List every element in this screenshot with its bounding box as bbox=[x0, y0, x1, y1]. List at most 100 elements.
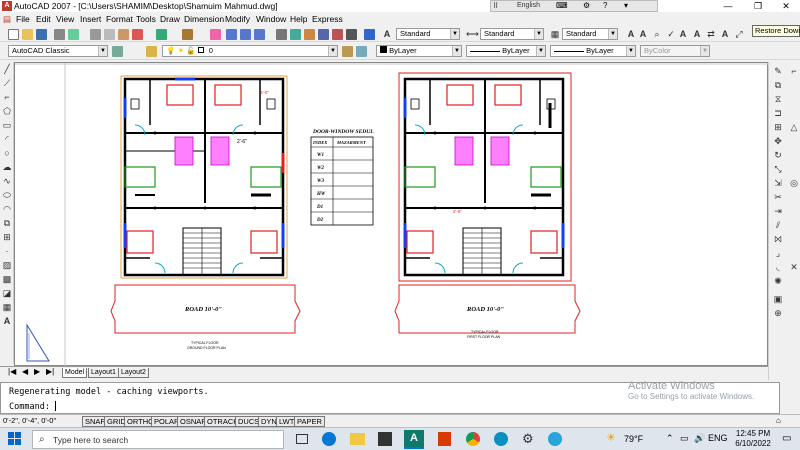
weather-icon[interactable]: ☀ bbox=[606, 431, 616, 444]
comm-center-icon[interactable]: ⌂ bbox=[776, 416, 781, 425]
spline-icon[interactable]: ∿ bbox=[2, 176, 12, 186]
gradient-icon[interactable]: ▩ bbox=[2, 274, 12, 284]
polygon-icon[interactable]: ⬠ bbox=[2, 106, 12, 116]
ime-settings-icon[interactable]: ⚙ bbox=[583, 1, 590, 10]
osnap-midpoint-icon[interactable]: △ bbox=[789, 122, 799, 132]
lineweight-select[interactable]: ByLayer ▼ bbox=[550, 45, 636, 57]
tab-next-icon[interactable]: ▶ bbox=[34, 367, 40, 376]
circle-icon[interactable]: ○ bbox=[2, 148, 12, 158]
extend-icon[interactable]: ⇥ bbox=[773, 206, 783, 216]
convert-text-icon[interactable]: ⇄ bbox=[706, 29, 716, 39]
chrome-icon[interactable] bbox=[466, 432, 480, 446]
save-icon[interactable] bbox=[36, 29, 47, 40]
menu-dimension[interactable]: Dimension bbox=[184, 14, 224, 24]
tab-model[interactable]: Model bbox=[62, 368, 88, 378]
make-block-icon[interactable]: ⊞ bbox=[2, 232, 12, 242]
xline-icon[interactable]: ⟋ bbox=[2, 78, 12, 88]
rectangle-icon[interactable]: ▭ bbox=[2, 120, 12, 130]
find-text-icon[interactable]: ⌕ bbox=[652, 29, 662, 39]
coordinates-readout[interactable]: 0'-2", 0'-4", 0'-0" bbox=[3, 416, 56, 425]
chamfer-icon[interactable]: ⌟ bbox=[773, 248, 783, 258]
ime-help-icon[interactable]: ? bbox=[603, 1, 607, 10]
store-icon[interactable] bbox=[378, 432, 392, 446]
layer-select[interactable]: 💡 ☀ 🔓 0 ▼ bbox=[162, 45, 338, 57]
text-icon[interactable]: A bbox=[638, 29, 648, 39]
insert-block-icon[interactable]: ⧉ bbox=[2, 218, 12, 228]
region-icon[interactable]: ◪ bbox=[2, 288, 12, 298]
ellipse-icon[interactable]: ⬭ bbox=[2, 190, 12, 200]
break-icon[interactable]: ⫽ bbox=[773, 220, 783, 230]
calculator-icon[interactable] bbox=[346, 29, 357, 40]
menu-help[interactable]: Help bbox=[290, 14, 307, 24]
spell-icon[interactable]: ✓ bbox=[666, 29, 676, 39]
menu-window[interactable]: Window bbox=[256, 14, 286, 24]
table-icon[interactable]: ▦ bbox=[2, 302, 12, 312]
hatch-icon[interactable]: ▨ bbox=[2, 260, 12, 270]
media-icon[interactable] bbox=[494, 432, 508, 446]
menu-format[interactable]: Format bbox=[106, 14, 133, 24]
move-icon[interactable]: ✥ bbox=[773, 136, 783, 146]
copy-icon[interactable] bbox=[104, 29, 115, 40]
polyline-icon[interactable]: ⌐ bbox=[2, 92, 12, 102]
trim-icon[interactable]: ✂ bbox=[773, 192, 783, 202]
command-input[interactable] bbox=[55, 401, 56, 411]
osnap-center-icon[interactable]: ◎ bbox=[789, 178, 799, 188]
text-style-icon[interactable]: A bbox=[382, 29, 392, 39]
open-icon[interactable] bbox=[22, 29, 33, 40]
color-select[interactable]: ByLayer ▼ bbox=[376, 45, 462, 57]
minimize-button[interactable]: — bbox=[714, 0, 742, 12]
new-icon[interactable] bbox=[8, 29, 19, 40]
revcloud-icon[interactable]: ☁ bbox=[2, 162, 12, 172]
tab-layout1[interactable]: Layout1 bbox=[88, 368, 119, 378]
explode-icon[interactable]: ✺ bbox=[773, 276, 783, 286]
menu-view[interactable]: View bbox=[56, 14, 74, 24]
offset-icon[interactable]: ⊐ bbox=[773, 108, 783, 118]
file-explorer-icon[interactable] bbox=[350, 433, 365, 445]
ime-handle-icon[interactable]: ⠿ bbox=[493, 2, 498, 10]
dolphin-icon[interactable] bbox=[548, 432, 562, 446]
workspace-select[interactable]: AutoCAD Classic ▼ bbox=[8, 45, 108, 57]
tab-first-icon[interactable]: |◀ bbox=[8, 367, 16, 376]
menu-edit[interactable]: Edit bbox=[36, 14, 51, 24]
express-text-icon[interactable]: A bbox=[720, 29, 730, 39]
join-icon[interactable]: ⨝ bbox=[773, 234, 783, 244]
layer-previous-icon[interactable] bbox=[356, 46, 367, 57]
cut-icon[interactable] bbox=[90, 29, 101, 40]
weather-temp[interactable]: 79°F bbox=[624, 434, 643, 444]
tab-layout2[interactable]: Layout2 bbox=[118, 368, 149, 378]
table-style-icon[interactable]: ▦ bbox=[550, 29, 560, 39]
paste-icon[interactable] bbox=[118, 29, 129, 40]
fillet-icon[interactable]: ◟ bbox=[773, 262, 783, 272]
ime-language-label[interactable]: English bbox=[517, 2, 540, 9]
zoom-realtime-icon[interactable] bbox=[226, 29, 237, 40]
autocad-task-icon[interactable]: A bbox=[404, 430, 424, 449]
redo-icon[interactable] bbox=[182, 29, 193, 40]
menu-tools[interactable]: Tools bbox=[136, 14, 156, 24]
stretch-icon[interactable]: ⇲ bbox=[773, 178, 783, 188]
zoom-previous-icon[interactable] bbox=[254, 29, 265, 40]
clock[interactable]: 12:45 PM 6/10/2022 bbox=[730, 429, 776, 449]
zoom-window-icon[interactable] bbox=[240, 29, 251, 40]
mtext-icon[interactable]: A bbox=[626, 29, 636, 39]
properties-icon[interactable] bbox=[276, 29, 287, 40]
plot-icon[interactable] bbox=[54, 29, 65, 40]
sheetset-icon[interactable] bbox=[318, 29, 329, 40]
task-view-icon[interactable] bbox=[296, 434, 308, 444]
settings-icon[interactable]: ⚙ bbox=[522, 431, 534, 447]
autocad-app-icon[interactable]: A bbox=[2, 1, 12, 11]
draworder-icon[interactable]: ▣ bbox=[773, 294, 783, 304]
linetype-select[interactable]: ByLayer ▼ bbox=[466, 45, 546, 57]
text-style-select[interactable]: Standard ▼ bbox=[396, 28, 460, 40]
tray-chevron-icon[interactable]: ⌃ bbox=[666, 433, 674, 444]
pan-icon[interactable] bbox=[210, 29, 221, 40]
array-icon[interactable]: ⊞ bbox=[773, 122, 783, 132]
dim-style-icon[interactable]: ⟷ bbox=[466, 29, 479, 39]
osnap-endpoint-icon[interactable]: ⌐ bbox=[789, 66, 799, 76]
match-icon[interactable] bbox=[132, 29, 143, 40]
zoom-extents-icon[interactable]: ⊕ bbox=[773, 308, 783, 318]
taskbar-search[interactable]: ⌕ Type here to search bbox=[32, 430, 284, 449]
menu-draw[interactable]: Draw bbox=[160, 14, 180, 24]
menu-express[interactable]: Express bbox=[312, 14, 343, 24]
close-button[interactable]: ✕ bbox=[772, 0, 800, 12]
ellipse-arc-icon[interactable]: ◠ bbox=[2, 204, 12, 214]
